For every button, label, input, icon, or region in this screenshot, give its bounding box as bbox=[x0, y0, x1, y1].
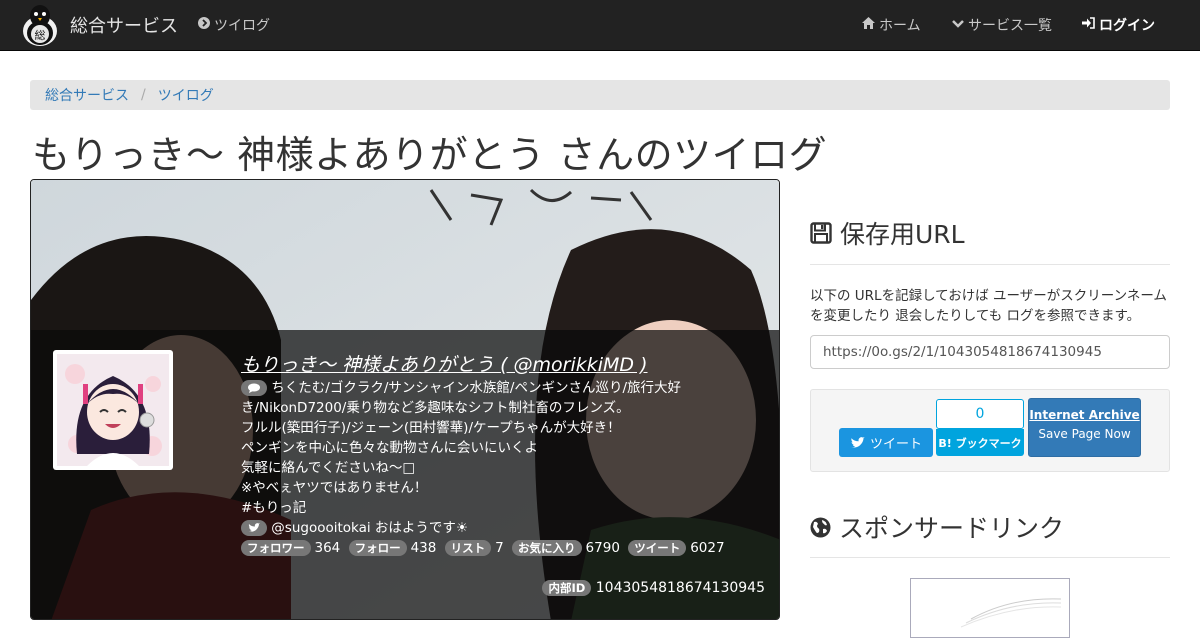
internal-id-label: 内部ID bbox=[542, 580, 592, 596]
latest-tweet: @sugoooitokai おはようです☀ bbox=[241, 518, 741, 538]
stat-followers-value: 364 bbox=[314, 540, 341, 556]
divider bbox=[810, 264, 1170, 265]
top-navbar: 総 総合サービス ツイログ ホーム サービス一覧 ログイン bbox=[0, 0, 1200, 51]
tweet-button[interactable]: ツイート bbox=[839, 428, 933, 457]
profile-stats: フォロワー 364 フォロー 438 リスト 7 お気に入り 6790 ツイート 6027 bbox=[241, 540, 729, 556]
internal-id-value: 1043054818674130945 bbox=[595, 580, 765, 596]
share-buttons-area: ツイート 0 B! ブックマーク Internet Archive Save P… bbox=[810, 389, 1170, 472]
save-url-input[interactable] bbox=[810, 335, 1170, 369]
svg-text:総: 総 bbox=[35, 28, 46, 42]
stat-followers-label: フォロワー bbox=[241, 540, 311, 556]
stat-lists-value: 7 bbox=[495, 540, 504, 556]
brand-text: 総合サービス bbox=[70, 16, 178, 37]
sign-in-icon bbox=[1082, 17, 1095, 33]
nav-services-label: サービス一覧 bbox=[968, 18, 1052, 34]
bio-line: フルル(築田行子)/ジェーン(田村響華)/ケープちゃんが大好き！ bbox=[241, 420, 621, 436]
nav-login-label: ログイン bbox=[1099, 18, 1155, 34]
page-title: もりっき～ 神様よありがとう さんのツイログ bbox=[32, 133, 828, 177]
sponsor-heading-text: スポンサードリンク bbox=[839, 514, 1065, 543]
comment-icon bbox=[241, 380, 267, 396]
twitter-bird-icon bbox=[850, 436, 865, 448]
globe-icon bbox=[810, 517, 831, 537]
ad-banner-image bbox=[960, 598, 1062, 628]
profile-name-link[interactable]: もりっき～ 神様よありがとう ( @morikkiMD ) bbox=[241, 350, 648, 377]
brand-link[interactable]: 総 総合サービス bbox=[20, 2, 178, 48]
bio-line: ※やべぇヤツではありません！ bbox=[241, 480, 428, 496]
stat-following-value: 438 bbox=[410, 540, 437, 556]
breadcrumb-twilog[interactable]: ツイログ bbox=[158, 85, 214, 105]
save-url-heading: 保存用URL bbox=[810, 215, 965, 251]
chevron-down-icon bbox=[952, 18, 964, 33]
nav-services-link[interactable]: サービス一覧 bbox=[952, 0, 1052, 50]
stat-tweets-label: ツイート bbox=[628, 540, 687, 556]
nav-login-link[interactable]: ログイン bbox=[1082, 0, 1155, 50]
home-icon bbox=[862, 17, 875, 33]
stat-favorites-value: 6790 bbox=[585, 540, 620, 556]
bio-line: ペンギンを中心に色々な動物さんに会いにいくよ bbox=[241, 440, 538, 456]
floppy-disk-icon bbox=[810, 222, 832, 244]
bio-line: 気軽に絡んでくださいね～□ bbox=[241, 460, 416, 476]
stat-lists-label: リスト bbox=[444, 540, 492, 556]
penguin-logo-icon: 総 bbox=[23, 5, 57, 46]
save-url-heading-text: 保存用URL bbox=[840, 220, 965, 249]
nav-home-link[interactable]: ホーム bbox=[862, 0, 921, 50]
avatar[interactable] bbox=[53, 350, 173, 470]
bio-line: #もりっ記 bbox=[241, 500, 307, 516]
hatena-bookmark-button[interactable]: B! ブックマーク bbox=[936, 429, 1024, 456]
sponsor-heading: スポンサードリンク bbox=[810, 509, 1064, 545]
nav-home-label: ホーム bbox=[879, 18, 921, 34]
internet-archive-title: Internet Archive bbox=[1029, 408, 1140, 422]
chevron-circle-right-icon bbox=[198, 17, 210, 33]
twitter-bird-icon bbox=[241, 520, 267, 536]
nav-twilog-link[interactable]: ツイログ bbox=[198, 0, 270, 50]
divider bbox=[810, 557, 1170, 558]
save-url-description: 以下の URLを記録しておけば ユーザーがスクリーンネームを変更したり 退会した… bbox=[810, 288, 1167, 324]
avatar-image bbox=[57, 354, 169, 466]
tweet-button-label: ツイート bbox=[869, 437, 922, 452]
nav-twilog-label: ツイログ bbox=[214, 18, 270, 34]
breadcrumb-separator: / bbox=[141, 87, 146, 103]
stat-following-label: フォロー bbox=[348, 540, 407, 556]
internal-id: 内部ID 1043054818674130945 bbox=[542, 580, 765, 596]
internet-archive-button[interactable]: Internet Archive Save Page Now bbox=[1028, 398, 1141, 457]
breadcrumb-home[interactable]: 総合サービス bbox=[45, 85, 129, 105]
internet-archive-subtitle: Save Page Now bbox=[1038, 427, 1131, 441]
breadcrumb: 総合サービス / ツイログ bbox=[30, 80, 1170, 110]
bio-line: ちくたむ/ゴクラク/サンシャイン水族館/ペンギンさん巡り/旅行大好 bbox=[241, 378, 741, 398]
stat-favorites-label: お気に入り bbox=[512, 540, 582, 556]
profile-bio: ちくたむ/ゴクラク/サンシャイン水族館/ペンギンさん巡り/旅行大好 き/Niko… bbox=[241, 378, 741, 538]
hatena-bookmark-count[interactable]: 0 bbox=[936, 399, 1024, 429]
ad-banner[interactable] bbox=[910, 578, 1070, 638]
profile-card: もりっき～ 神様よありがとう ( @morikkiMD ) ちくたむ/ゴクラク/… bbox=[30, 179, 780, 620]
bio-line: き/NikonD7200/乗り物など多趣味なシフト制社畜のフレンズ。 bbox=[241, 400, 630, 416]
stat-tweets-value: 6027 bbox=[690, 540, 725, 556]
